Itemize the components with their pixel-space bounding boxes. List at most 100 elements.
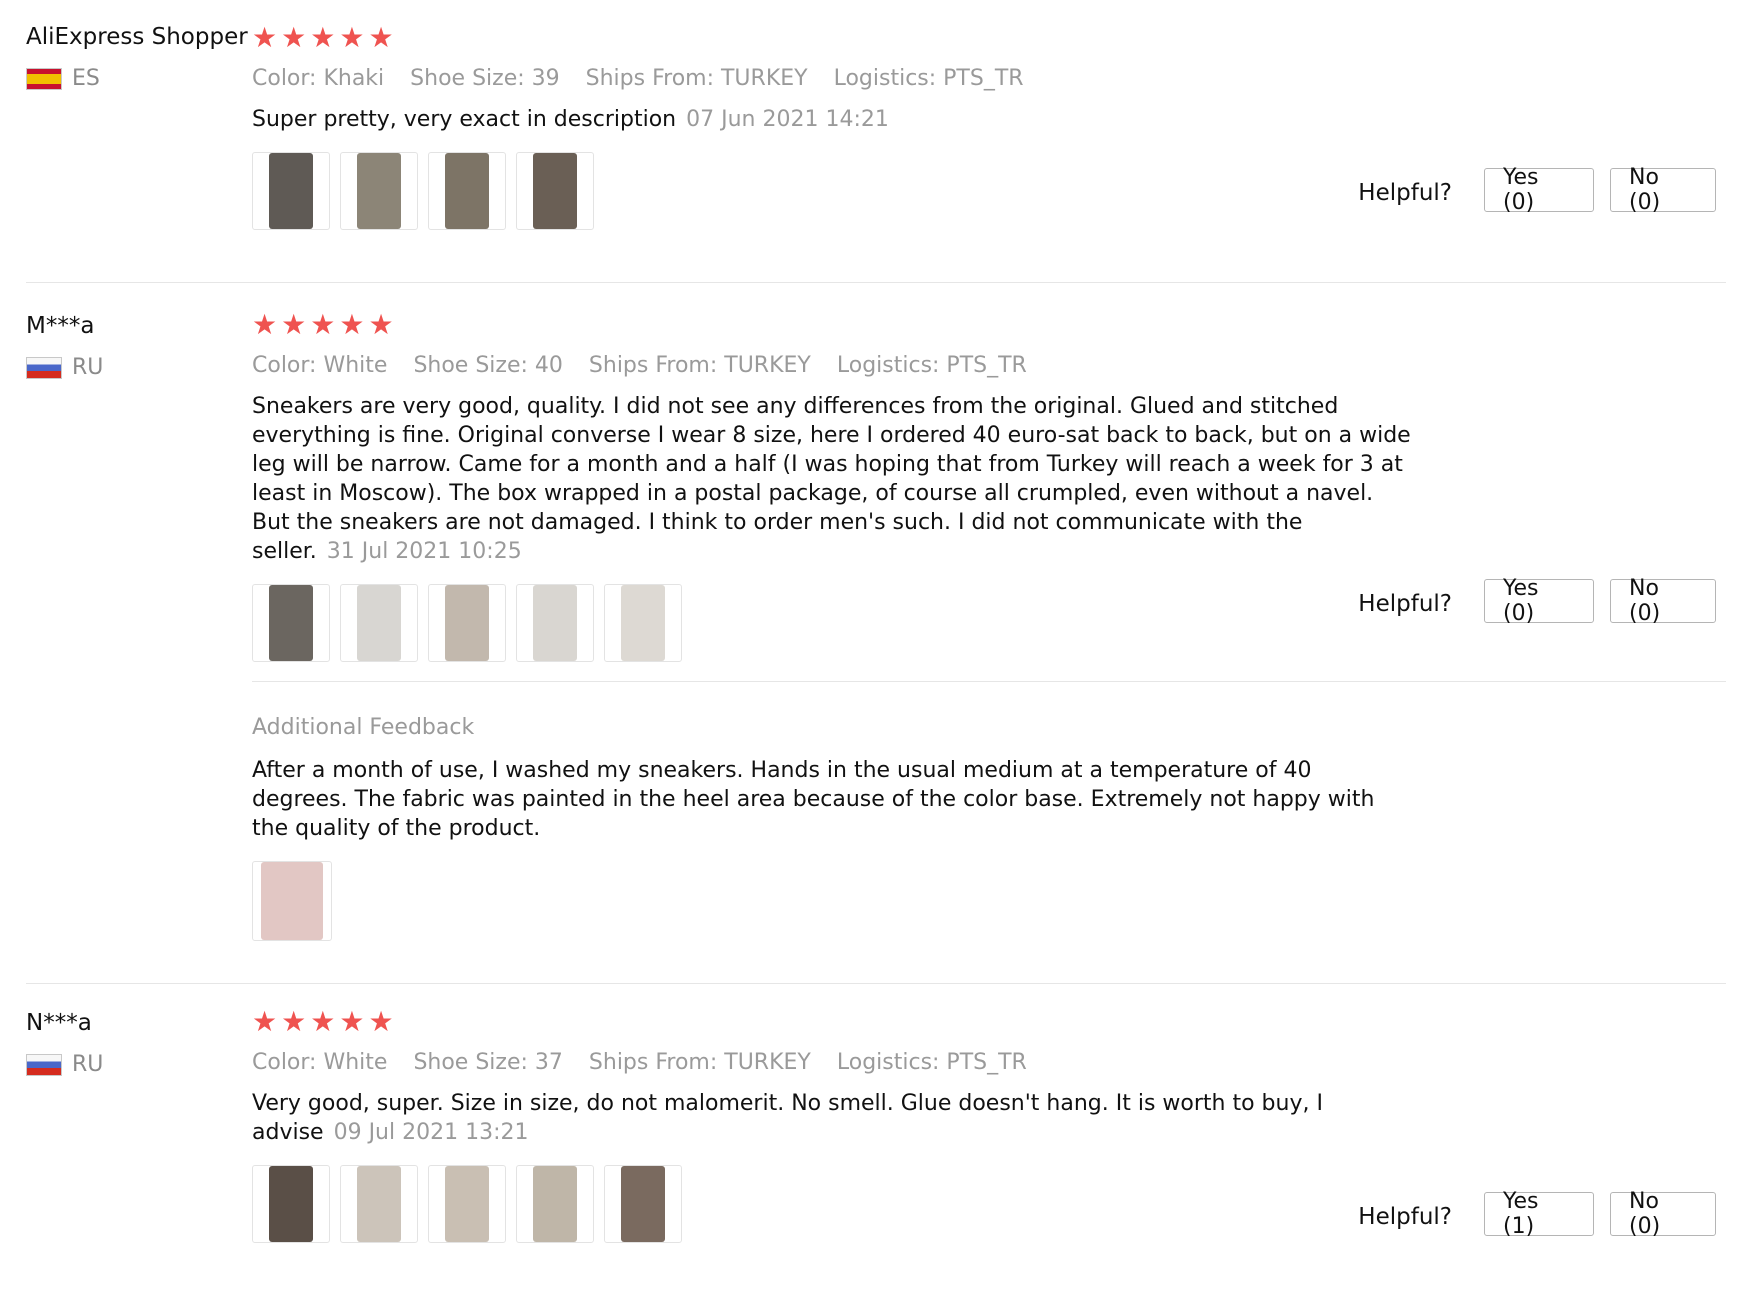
russia-flag-icon (26, 1053, 62, 1076)
photo-image (621, 1166, 665, 1242)
photo-image (445, 585, 489, 661)
reviewer-country: RU (26, 355, 246, 380)
review-date: 07 Jun 2021 14:21 (686, 107, 889, 132)
helpful-label: Helpful? (1358, 180, 1452, 206)
photo-image (533, 585, 577, 661)
review-photo-thumbnail[interactable] (340, 152, 418, 230)
photo-image (621, 585, 665, 661)
helpful-yes-button[interactable]: Yes (1) (1484, 1189, 1594, 1239)
review-photo-thumbnail[interactable] (428, 1165, 506, 1243)
helpful-section: Helpful? Yes (1) No (0) (1358, 1189, 1716, 1239)
helpful-yes-button[interactable]: Yes (0) (1484, 576, 1594, 626)
review-photo-thumbnail[interactable] (516, 1165, 594, 1243)
attr-size: Shoe Size: 40 (413, 353, 563, 378)
star-icon: ★ (252, 308, 278, 341)
review-item: AliExpress Shopper ES ★ ★ ★ ★ ★ Color: K… (26, 0, 1726, 283)
review-attributes: Color: White Shoe Size: 37 Ships From: T… (252, 1050, 1726, 1075)
review-photo-thumbnail[interactable] (516, 584, 594, 662)
review-photo-thumbnail[interactable] (428, 584, 506, 662)
photo-image (269, 1166, 313, 1242)
additional-feedback-title: Additional Feedback (252, 715, 475, 740)
star-icon: ★ (339, 1005, 365, 1038)
rating-stars: ★ ★ ★ ★ ★ (252, 309, 1726, 341)
country-code: ES (72, 66, 100, 91)
star-icon: ★ (310, 308, 336, 341)
photo-image (357, 153, 401, 229)
helpful-no-button[interactable]: No (0) (1610, 576, 1716, 626)
additional-photos (252, 861, 1726, 941)
photo-image (269, 153, 313, 229)
review-text: Sneakers are very good, quality. I did n… (252, 392, 1412, 566)
review-photo-thumbnail[interactable] (516, 152, 594, 230)
attr-logistics: Logistics: PTS_TR (836, 353, 1027, 378)
attr-color: Color: White (252, 1050, 388, 1075)
additional-divider (252, 681, 1726, 682)
helpful-section: Helpful? Yes (0) No (0) (1358, 576, 1716, 626)
reviewer-country: RU (26, 1052, 246, 1077)
review-photo-thumbnail[interactable] (604, 584, 682, 662)
attr-ships-from: Ships From: TURKEY (585, 66, 808, 91)
review-photo-thumbnail[interactable] (252, 152, 330, 230)
photo-image (445, 1166, 489, 1242)
star-icon: ★ (281, 21, 307, 54)
additional-feedback: Additional Feedback After a month of use… (252, 715, 1726, 941)
rating-stars: ★ ★ ★ ★ ★ (252, 1006, 1726, 1038)
attr-size: Shoe Size: 37 (413, 1050, 563, 1075)
star-icon: ★ (368, 21, 394, 54)
star-icon: ★ (281, 1005, 307, 1038)
helpful-no-button[interactable]: No (0) (1610, 165, 1716, 215)
attr-ships-from: Ships From: TURKEY (588, 353, 811, 378)
reviewer-info: M***a RU (26, 311, 246, 380)
attr-size: Shoe Size: 39 (410, 66, 560, 91)
review-text: Very good, super. Size in size, do not m… (252, 1089, 1412, 1147)
helpful-label: Helpful? (1358, 591, 1452, 617)
spain-flag-icon (26, 67, 62, 90)
review-photo-thumbnail[interactable] (252, 584, 330, 662)
review-attributes: Color: Khaki Shoe Size: 39 Ships From: T… (252, 66, 1726, 91)
review-photo-thumbnail[interactable] (252, 1165, 330, 1243)
country-code: RU (72, 355, 104, 380)
star-icon: ★ (339, 21, 365, 54)
review-photo-thumbnail[interactable] (340, 584, 418, 662)
review-date: 31 Jul 2021 10:25 (326, 539, 522, 564)
helpful-label: Helpful? (1358, 1204, 1452, 1230)
attr-logistics: Logistics: PTS_TR (836, 1050, 1027, 1075)
additional-feedback-text: After a month of use, I washed my sneake… (252, 758, 1375, 841)
attr-ships-from: Ships From: TURKEY (588, 1050, 811, 1075)
star-icon: ★ (281, 308, 307, 341)
reviewer-country: ES (26, 66, 246, 91)
review-photo-thumbnail[interactable] (252, 861, 332, 941)
star-icon: ★ (339, 308, 365, 341)
reviewer-name: N***a (26, 1010, 92, 1036)
review-item: M***a RU ★ ★ ★ ★ ★ Color: White Shoe Siz… (26, 283, 1726, 984)
review-photo-thumbnail[interactable] (340, 1165, 418, 1243)
attr-color: Color: Khaki (252, 66, 385, 91)
review-attributes: Color: White Shoe Size: 40 Ships From: T… (252, 353, 1726, 378)
star-icon: ★ (252, 1005, 278, 1038)
review-photo-thumbnail[interactable] (428, 152, 506, 230)
helpful-section: Helpful? Yes (0) No (0) (1358, 165, 1716, 215)
photo-image (357, 1166, 401, 1242)
helpful-yes-button[interactable]: Yes (0) (1484, 165, 1594, 215)
rating-stars: ★ ★ ★ ★ ★ (252, 22, 1726, 54)
star-icon: ★ (310, 1005, 336, 1038)
reviewer-name: AliExpress Shopper (26, 24, 248, 50)
helpful-no-button[interactable]: No (0) (1610, 1189, 1716, 1239)
photo-image (261, 862, 323, 940)
russia-flag-icon (26, 356, 62, 379)
review-photo-thumbnail[interactable] (604, 1165, 682, 1243)
photo-image (533, 153, 577, 229)
photo-image (533, 1166, 577, 1242)
star-icon: ★ (368, 308, 394, 341)
star-icon: ★ (368, 1005, 394, 1038)
attr-logistics: Logistics: PTS_TR (833, 66, 1024, 91)
review-date: 09 Jul 2021 13:21 (333, 1120, 529, 1145)
review-text: Super pretty, very exact in description 0… (252, 105, 1412, 134)
photo-image (357, 585, 401, 661)
photo-image (445, 153, 489, 229)
reviews-list: AliExpress Shopper ES ★ ★ ★ ★ ★ Color: K… (0, 0, 1754, 1296)
review-item: N***a RU ★ ★ ★ ★ ★ Color: White Shoe Siz… (26, 984, 1726, 1296)
reviewer-info: N***a RU (26, 1008, 246, 1077)
attr-color: Color: White (252, 353, 388, 378)
star-icon: ★ (252, 21, 278, 54)
